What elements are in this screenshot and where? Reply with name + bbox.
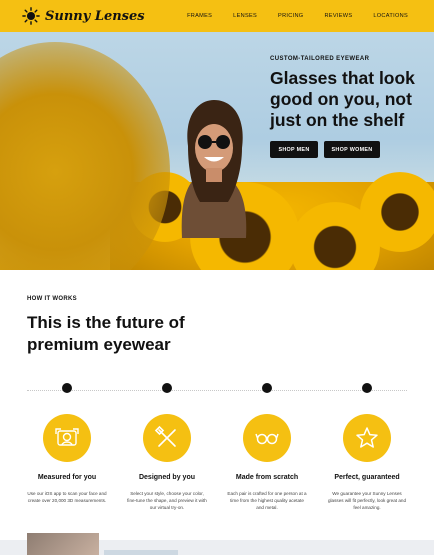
glasses-icon [255, 433, 279, 445]
timeline-dot [62, 383, 72, 393]
timeline-dot [162, 383, 172, 393]
step-title: Designed by you [138, 474, 195, 481]
hero-copy: CUSTOM-TAILORED EYEWEAR Glasses that loo… [270, 56, 430, 158]
step-title: Measured for you [37, 474, 97, 481]
step-description: Use our iOS app to scan your face and cr… [27, 491, 107, 503]
nav-locations[interactable]: LOCATIONS [373, 13, 408, 19]
next-section-image [104, 550, 178, 555]
hero-model-image [181, 100, 247, 238]
step-measured: Measured for you Use our iOS app to scan… [17, 383, 117, 505]
nav-frames[interactable]: FRAMES [187, 13, 212, 19]
hero-buttons: SHOP MEN SHOP WOMEN [270, 141, 430, 158]
step-made: Made from scratch Each pair is crafted f… [217, 383, 317, 512]
timeline-dot [362, 383, 372, 393]
hero-section: CUSTOM-TAILORED EYEWEAR Glasses that loo… [0, 32, 434, 270]
step-icon-circle [143, 414, 191, 462]
hero-eyebrow: CUSTOM-TAILORED EYEWEAR [270, 56, 370, 62]
nav-lenses[interactable]: LENSES [233, 13, 257, 19]
foreground-sunflower-blur [0, 42, 170, 270]
timeline-dot [262, 383, 272, 393]
shop-men-button[interactable]: SHOP MEN [270, 141, 318, 158]
design-tools-icon [154, 425, 176, 447]
section-kicker: HOW IT WORKS [27, 296, 77, 302]
step-title: Made from scratch [235, 474, 299, 481]
step-description: We guarantee your Sunny Lenses glasses w… [327, 491, 407, 510]
nav-pricing[interactable]: PRICING [278, 13, 303, 19]
nav-reviews[interactable]: REVIEWS [324, 13, 352, 19]
main-nav: FRAMES LENSES PRICING REVIEWS LOCATIONS [166, 0, 408, 32]
brand-logo[interactable]: Sunny Lenses [22, 7, 145, 25]
step-designed: Designed by you Select your style, choos… [117, 383, 217, 512]
step-description: Each pair is crafted for one person at a… [227, 491, 307, 510]
step-icon-circle [243, 414, 291, 462]
how-it-works-section: HOW IT WORKS This is the future of premi… [0, 270, 434, 540]
shop-women-button[interactable]: SHOP WOMEN [324, 141, 380, 158]
site-header: Sunny Lenses FRAMES LENSES PRICING REVIE… [0, 0, 434, 32]
sunflower [360, 172, 434, 252]
star-badge-icon [356, 427, 378, 448]
step-icon-circle [43, 414, 91, 462]
sun-icon [22, 7, 40, 25]
step-icon-circle [343, 414, 391, 462]
next-section-image [27, 533, 99, 555]
hero-title: Glasses that look good on you, not just … [270, 68, 415, 130]
step-guaranteed: Perfect, guaranteed We guarantee your Su… [317, 383, 417, 512]
step-title: Perfect, guaranteed [334, 474, 400, 481]
step-description: Select your style, choose your color, fi… [127, 491, 207, 510]
scan-face-icon [55, 428, 79, 446]
section-title: This is the future of premium eyewear [27, 313, 185, 355]
brand-name: Sunny Lenses [45, 8, 145, 24]
